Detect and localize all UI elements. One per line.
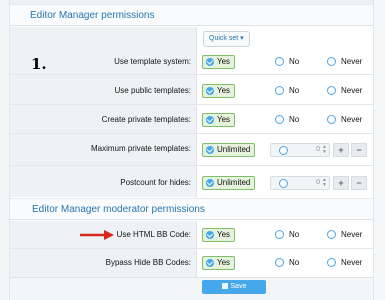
row-label-postcount-for-hides: Postcount for hides: xyxy=(120,178,191,187)
right-scroll-gutter xyxy=(373,0,385,300)
decrement-button[interactable]: − xyxy=(351,176,367,190)
row-divider xyxy=(10,248,373,249)
radio-circle-icon xyxy=(327,86,336,95)
never-option[interactable]: Never xyxy=(327,258,362,268)
form-footer xyxy=(10,277,373,300)
no-option[interactable]: No xyxy=(275,258,299,268)
option-label: No xyxy=(289,57,300,66)
option-label: Unlimited xyxy=(217,145,251,154)
postcount-for-hides-input[interactable]: 0 ▲ ▼ xyxy=(270,176,330,190)
check-circle-icon xyxy=(206,259,214,267)
option-label: Yes xyxy=(217,86,231,95)
yes-option-selected[interactable]: Yes xyxy=(202,113,236,127)
spinner-arrows-icon: ▲ ▼ xyxy=(322,177,327,188)
radio-circle-icon xyxy=(327,57,336,66)
spinner-arrows-icon: ▲ ▼ xyxy=(322,144,327,155)
save-button[interactable]: Save xyxy=(202,280,266,294)
number-value: 0 xyxy=(316,179,320,186)
red-arrow-icon xyxy=(80,230,114,240)
radio-circle-icon xyxy=(275,258,284,267)
option-label: Yes xyxy=(217,115,231,124)
unlimited-option-selected[interactable]: Unlimited xyxy=(202,143,256,157)
never-option[interactable]: Never xyxy=(327,115,362,125)
option-label: No xyxy=(289,86,300,95)
check-circle-icon xyxy=(206,146,214,154)
option-label: No xyxy=(289,258,300,267)
quick-set-button[interactable]: Quick set ▾ xyxy=(203,31,250,47)
row-divider xyxy=(10,165,373,166)
radio-circle-icon xyxy=(279,146,288,155)
permissions-controls-column xyxy=(196,27,373,197)
never-option[interactable]: Never xyxy=(327,86,362,96)
no-option[interactable]: No xyxy=(275,115,299,125)
option-label: Never xyxy=(341,230,363,239)
save-button-label: Save xyxy=(230,283,247,290)
row-label-bypass-hide-bb-codes: Bypass Hide BB Codes: xyxy=(105,258,191,267)
radio-circle-icon xyxy=(327,115,336,124)
row-divider xyxy=(10,133,373,134)
increment-button[interactable]: + xyxy=(333,176,349,190)
radio-circle-icon xyxy=(275,115,284,124)
check-circle-icon xyxy=(206,116,214,124)
option-label: Yes xyxy=(217,57,231,66)
row-label-maximum-private-templates: Maximum private templates: xyxy=(90,144,191,153)
no-option[interactable]: No xyxy=(275,57,299,67)
yes-option-selected[interactable]: Yes xyxy=(202,84,236,98)
option-label: Never xyxy=(341,57,363,66)
yes-option-selected[interactable]: Yes xyxy=(202,228,236,242)
increment-button[interactable]: + xyxy=(333,143,349,157)
radio-circle-icon xyxy=(275,230,284,239)
row-divider xyxy=(10,104,373,105)
option-label: Unlimited xyxy=(217,178,251,187)
number-value: 0 xyxy=(316,146,320,153)
row-label-use-html-bb-code: Use HTML BB Code: xyxy=(116,230,191,239)
check-circle-icon xyxy=(206,58,214,66)
row-label-use-template-system: Use template system: xyxy=(114,57,191,66)
check-circle-icon xyxy=(206,231,214,239)
save-icon xyxy=(221,283,228,289)
option-label: Yes xyxy=(217,230,231,239)
step-marker: 1. xyxy=(31,55,47,73)
radio-circle-icon xyxy=(327,230,336,239)
radio-circle-icon xyxy=(279,179,288,188)
option-label: No xyxy=(289,230,300,239)
no-option[interactable]: No xyxy=(275,86,299,96)
section-header-editor-manager-moderator: Editor Manager moderator permissions xyxy=(10,198,373,220)
decrement-button[interactable]: − xyxy=(351,143,367,157)
yes-option-selected[interactable]: Yes xyxy=(202,55,236,69)
option-label: Never xyxy=(341,115,363,124)
radio-circle-icon xyxy=(327,258,336,267)
never-option[interactable]: Never xyxy=(327,57,362,67)
yes-option-selected[interactable]: Yes xyxy=(202,256,236,270)
radio-circle-icon xyxy=(275,86,284,95)
max-private-templates-input[interactable]: 0 ▲ ▼ xyxy=(270,143,330,157)
row-divider xyxy=(10,74,373,75)
option-label: No xyxy=(289,115,300,124)
radio-circle-icon xyxy=(275,57,284,66)
row-label-create-private-templates: Create private templates: xyxy=(101,115,191,124)
no-option[interactable]: No xyxy=(275,230,299,240)
left-sidebar-strip xyxy=(0,0,10,300)
row-label-use-public-templates: Use public templates: xyxy=(114,86,191,95)
section-header-editor-manager: Editor Manager permissions xyxy=(10,4,373,26)
option-label: Yes xyxy=(217,258,231,267)
check-circle-icon xyxy=(206,179,214,187)
never-option[interactable]: Never xyxy=(327,230,362,240)
unlimited-option-selected[interactable]: Unlimited xyxy=(202,176,256,190)
check-circle-icon xyxy=(206,87,214,95)
option-label: Never xyxy=(341,258,363,267)
option-label: Never xyxy=(341,86,363,95)
